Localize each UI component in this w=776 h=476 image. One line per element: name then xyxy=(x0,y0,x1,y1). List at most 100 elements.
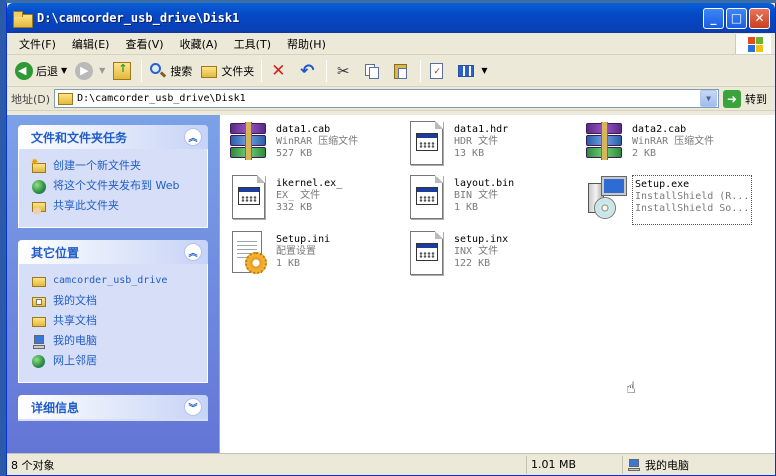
views-dropdown-icon[interactable]: ▼ xyxy=(481,66,487,75)
file-size: 13 KB xyxy=(454,148,485,159)
up-folder-button[interactable]: ↑ xyxy=(109,58,138,84)
file-item[interactable]: ikernel.ex_ EX_ 文件 332 KB xyxy=(226,175,396,225)
file-type: WinRAR 压缩文件 xyxy=(276,136,359,147)
status-bar: 8 个对象 1.01 MB 我的电脑 xyxy=(7,453,775,475)
file-item[interactable]: data1.hdr HDR 文件 13 KB xyxy=(404,121,574,171)
chevron-up-icon[interactable]: ︽ xyxy=(184,243,202,261)
status-size: 1.01 MB xyxy=(527,455,623,474)
file-type: HDR 文件 xyxy=(454,136,499,147)
config-settings-icon xyxy=(226,231,270,277)
place-shared-documents-label: 共享文档 xyxy=(53,314,97,327)
go-button[interactable]: ➜ 转到 xyxy=(723,89,767,108)
copy-icon xyxy=(363,62,381,80)
file-size: 1 KB xyxy=(454,202,479,213)
close-button[interactable]: ✕ xyxy=(749,7,770,29)
chevron-up-icon[interactable]: ︽ xyxy=(184,128,202,146)
toolbar-separator xyxy=(420,59,422,82)
file-name: data1.cab xyxy=(276,124,331,135)
file-item[interactable]: data1.cab WinRAR 压缩文件 527 KB xyxy=(226,121,396,171)
file-item[interactable]: layout.bin BIN 文件 1 KB xyxy=(404,175,574,225)
generic-file-icon xyxy=(404,121,448,167)
copy-button[interactable] xyxy=(359,58,388,84)
status-location-text: 我的电脑 xyxy=(645,458,689,472)
go-arrow-icon: ➜ xyxy=(723,89,741,108)
file-name: data1.hdr xyxy=(454,124,509,135)
file-tasks-header[interactable]: 文件和文件夹任务 ︽ xyxy=(18,125,208,149)
toolbar-separator xyxy=(326,59,328,82)
forward-arrow-icon: ▶ xyxy=(75,61,94,80)
windows-logo-icon xyxy=(735,34,771,54)
title-bar[interactable]: D:\camcorder_usb_drive\Disk1 _ □ ✕ xyxy=(7,3,775,33)
chevron-down-icon[interactable]: ︾ xyxy=(184,398,202,416)
undo-icon: ↶ xyxy=(300,60,315,81)
back-label: 后退 xyxy=(36,64,58,78)
computer-icon xyxy=(627,458,641,471)
properties-button[interactable]: ✓ xyxy=(424,58,453,84)
task-new-folder-label: 创建一个新文件夹 xyxy=(53,159,141,172)
file-size: InstallShield So... xyxy=(635,203,750,214)
place-camcorder-usb-drive[interactable]: camcorder_usb_drive xyxy=(31,274,197,290)
menu-tools[interactable]: 工具(T) xyxy=(226,36,279,52)
delete-button[interactable]: ✕ xyxy=(265,58,294,84)
place-camcorder-label: camcorder_usb_drive xyxy=(53,275,168,286)
task-publish-web[interactable]: 将这个文件夹发布到 Web xyxy=(31,179,197,195)
task-publish-web-label: 将这个文件夹发布到 Web xyxy=(53,179,180,192)
up-folder-icon: ↑ xyxy=(113,61,132,80)
back-button[interactable]: ◀ 后退 ▼ xyxy=(11,58,71,84)
winrar-archive-icon xyxy=(582,121,626,167)
file-size: 527 KB xyxy=(276,148,313,159)
forward-dropdown-icon[interactable]: ▼ xyxy=(99,66,105,75)
folders-button[interactable]: 文件夹 xyxy=(196,58,258,84)
search-icon xyxy=(149,62,167,80)
go-label: 转到 xyxy=(745,92,767,106)
task-new-folder[interactable]: ✸ 创建一个新文件夹 xyxy=(31,158,197,175)
views-button[interactable]: ▼ xyxy=(453,58,491,84)
back-dropdown-icon[interactable]: ▼ xyxy=(61,66,67,75)
place-my-documents[interactable]: 我的文档 xyxy=(31,294,197,310)
other-places-header[interactable]: 其它位置 ︽ xyxy=(18,240,208,264)
cut-button[interactable]: ✂ xyxy=(330,58,359,84)
minimize-button[interactable]: _ xyxy=(703,7,724,29)
standard-toolbar: ◀ 后退 ▼ ▶ ▼ ↑ 搜索 文件夹 ✕ ↶ ✂ ✓ ▼ xyxy=(7,55,775,87)
back-arrow-icon: ◀ xyxy=(15,61,33,80)
place-network[interactable]: 网上邻居 xyxy=(31,354,197,370)
file-item[interactable]: data2.cab WinRAR 压缩文件 2 KB xyxy=(582,121,752,171)
toolbar-separator xyxy=(141,59,143,82)
menu-favorites[interactable]: 收藏(A) xyxy=(172,36,226,52)
maximize-button[interactable]: □ xyxy=(726,7,747,29)
file-type: INX 文件 xyxy=(454,246,499,257)
network-icon xyxy=(31,354,47,370)
delete-icon: ✕ xyxy=(271,60,286,81)
generic-file-icon xyxy=(404,231,448,277)
computer-icon xyxy=(31,334,47,350)
menu-edit[interactable]: 编辑(E) xyxy=(64,36,118,52)
task-share-folder[interactable]: 共享此文件夹 xyxy=(31,199,197,215)
details-header[interactable]: 详细信息 ︾ xyxy=(18,395,208,419)
file-size: 122 KB xyxy=(454,258,491,269)
file-name: ikernel.ex_ xyxy=(276,178,343,189)
cut-icon: ✂ xyxy=(337,61,350,80)
address-input[interactable]: D:\camcorder_usb_drive\Disk1 ▼ xyxy=(54,89,719,108)
other-places-body: camcorder_usb_drive 我的文档 共享文档 我的电脑 网上邻居 xyxy=(18,264,208,383)
file-list[interactable]: data1.cab WinRAR 压缩文件 527 KB data1.hdr HDR … xyxy=(219,115,775,453)
file-item[interactable]: Setup.ini 配置设置 1 KB xyxy=(226,231,396,281)
place-shared-documents[interactable]: 共享文档 xyxy=(31,314,197,330)
file-item[interactable]: setup.inx INX 文件 122 KB xyxy=(404,231,574,281)
undo-button[interactable]: ↶ xyxy=(294,58,323,84)
place-my-computer[interactable]: 我的电脑 xyxy=(31,334,197,350)
file-tasks-title: 文件和文件夹任务 xyxy=(31,130,128,145)
folders-icon xyxy=(200,62,218,80)
search-button[interactable]: 搜索 xyxy=(145,58,196,84)
menu-view[interactable]: 查看(V) xyxy=(117,36,171,52)
paste-button[interactable] xyxy=(388,58,417,84)
menu-file[interactable]: 文件(F) xyxy=(11,36,64,52)
menu-help[interactable]: 帮助(H) xyxy=(279,36,334,52)
winrar-archive-icon xyxy=(226,121,270,167)
search-label: 搜索 xyxy=(170,64,193,78)
address-dropdown-icon[interactable]: ▼ xyxy=(700,90,717,107)
forward-button[interactable]: ▶ ▼ xyxy=(71,58,109,84)
status-location: 我的电脑 xyxy=(623,456,775,474)
file-item-selected[interactable]: Setup.exe InstallShield (R... InstallShiel… xyxy=(582,175,762,225)
folder-icon xyxy=(58,92,74,105)
file-name: setup.inx xyxy=(454,234,509,245)
